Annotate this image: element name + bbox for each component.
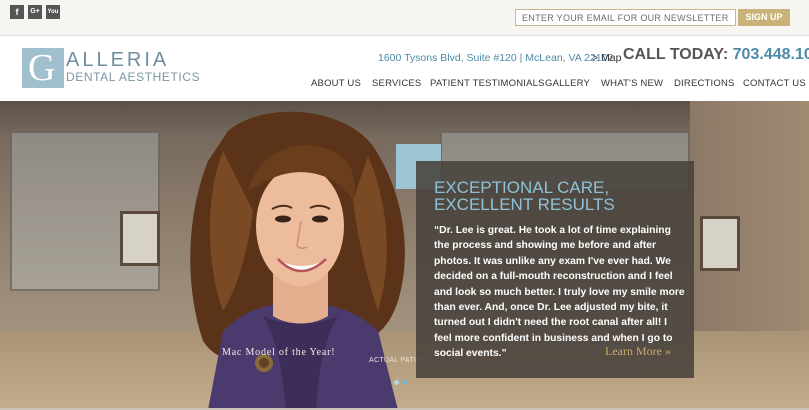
testimonial-title: EXCEPTIONAL CARE, EXCELLENT RESULTS: [434, 179, 684, 213]
main-nav: ABOUT US SERVICES PATIENT TESTIMONIALS G…: [0, 78, 809, 92]
address-link[interactable]: 1600 Tysons Blvd, Suite #120 | McLean, V…: [378, 52, 613, 64]
nav-gallery[interactable]: GALLERY: [545, 78, 590, 89]
testimonial-title-line2: EXCELLENT RESULTS: [434, 195, 615, 214]
call-today: CALL TODAY: 703.448.1020: [623, 46, 809, 64]
testimonial-quote: “Dr. Lee is great. He took a lot of time…: [434, 225, 685, 360]
newsletter-email-input[interactable]: [515, 9, 736, 26]
social-links: f G+ You: [10, 5, 60, 19]
logo-name: ALLERIA: [66, 49, 170, 71]
call-label: CALL TODAY:: [623, 46, 729, 63]
hero-background-frame: [120, 211, 160, 266]
testimonial-title-line1: EXCEPTIONAL CARE,: [434, 178, 610, 197]
nav-about-us[interactable]: ABOUT US: [311, 78, 361, 89]
signup-button[interactable]: SIGN UP: [738, 9, 790, 26]
nav-contact-us[interactable]: CONTACT US: [743, 78, 806, 89]
site-header: G ALLERIA DENTAL AESTHETICS 1600 Tysons …: [0, 37, 809, 101]
top-bar: f G+ You SIGN UP: [0, 0, 809, 36]
slide-caption: Mac Model of the Year!: [222, 347, 336, 358]
hero-slider: Mac Model of the Year! ACTUAL PATIEN EXC…: [0, 101, 809, 410]
map-link[interactable]: > Map: [592, 52, 621, 64]
learn-more-link[interactable]: Learn More »: [605, 344, 671, 359]
hero-background-frame: [700, 216, 740, 271]
facebook-icon[interactable]: f: [10, 5, 24, 19]
nav-services[interactable]: SERVICES: [372, 78, 421, 89]
nav-directions[interactable]: DIRECTIONS: [674, 78, 735, 89]
google-plus-icon[interactable]: G+: [28, 5, 42, 19]
nav-whats-new[interactable]: WHAT'S NEW: [601, 78, 663, 89]
testimonial-box: EXCEPTIONAL CARE, EXCELLENT RESULTS “Dr.…: [416, 161, 694, 378]
youtube-icon[interactable]: You: [46, 5, 60, 19]
slider-dots: [394, 380, 407, 385]
slider-dot-active[interactable]: [402, 380, 407, 385]
nav-patient-testimonials[interactable]: PATIENT TESTIMONIALS: [430, 78, 545, 89]
phone-number[interactable]: 703.448.1020: [733, 46, 809, 63]
slider-dot[interactable]: [394, 380, 399, 385]
